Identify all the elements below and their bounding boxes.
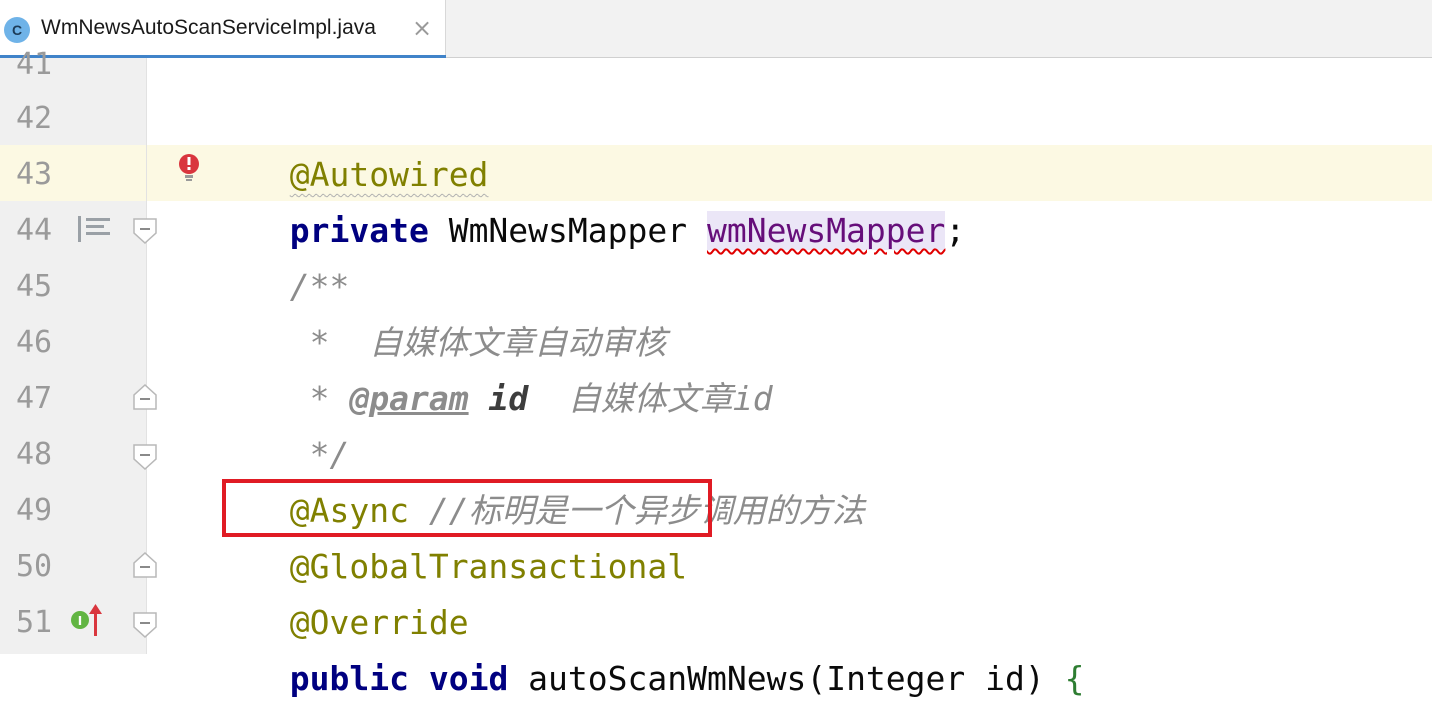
line-number: 47 <box>16 381 53 416</box>
tab-filename: WmNewsAutoScanServiceImpl.java <box>41 16 376 39</box>
line-number: 51 <box>16 605 53 640</box>
code-line-45[interactable]: * 自媒体文章自动审核 <box>250 259 667 362</box>
line-number: 43 <box>16 157 53 192</box>
line-number: 50 <box>16 549 53 584</box>
doc-param-tag: @param <box>349 379 469 418</box>
fold-icon[interactable] <box>133 384 157 410</box>
semicolon: ; <box>945 211 966 250</box>
editor-tab-bar: C WmNewsAutoScanServiceImpl.java × <box>0 0 1432 59</box>
open-brace: { <box>1064 659 1085 698</box>
line-number: 45 <box>16 269 53 304</box>
code-line-46[interactable]: * @param id 自媒体文章id <box>250 315 773 418</box>
fold-icon[interactable] <box>133 552 157 578</box>
code-line-47[interactable]: */ <box>250 371 350 474</box>
code-line-44[interactable]: /** <box>250 203 350 306</box>
svg-text:I: I <box>78 614 82 628</box>
line-number: 41 <box>16 47 53 82</box>
doc-param-description: 自媒体文章id <box>528 379 773 418</box>
fold-icon[interactable] <box>133 218 157 244</box>
line-number: 44 <box>16 213 53 248</box>
field-name: wmNewsMapper <box>706 211 946 250</box>
line-number: 42 <box>16 101 53 136</box>
keyword: void <box>408 659 509 698</box>
doc-render-icon[interactable] <box>78 216 112 242</box>
type-name: WmNewsMapper <box>428 211 707 250</box>
fold-icon[interactable] <box>133 444 157 470</box>
code-line-43[interactable]: private WmNewsMapper wmNewsMapper; <box>250 147 965 250</box>
code-line-48[interactable]: @Async //标明是一个异步调用的方法 <box>250 427 865 530</box>
keyword: public <box>289 659 409 698</box>
implements-icon[interactable]: I <box>70 604 106 638</box>
fold-icon[interactable] <box>133 612 157 638</box>
line-number: 46 <box>16 325 53 360</box>
code-line-50[interactable]: @Override <box>250 539 469 642</box>
code-line-42[interactable]: @Autowired <box>250 91 489 194</box>
method-signature: autoScanWmNews(Integer id) <box>508 659 1065 698</box>
code-line-51[interactable]: public void autoScanWmNews(Integer id) { <box>250 595 1085 698</box>
doc-param-name: id <box>468 379 529 418</box>
error-bulb-icon[interactable] <box>177 153 201 183</box>
line-number: 48 <box>16 437 53 472</box>
close-icon[interactable]: × <box>412 14 432 42</box>
line-number: 49 <box>16 493 53 528</box>
highlight-box <box>222 479 712 537</box>
